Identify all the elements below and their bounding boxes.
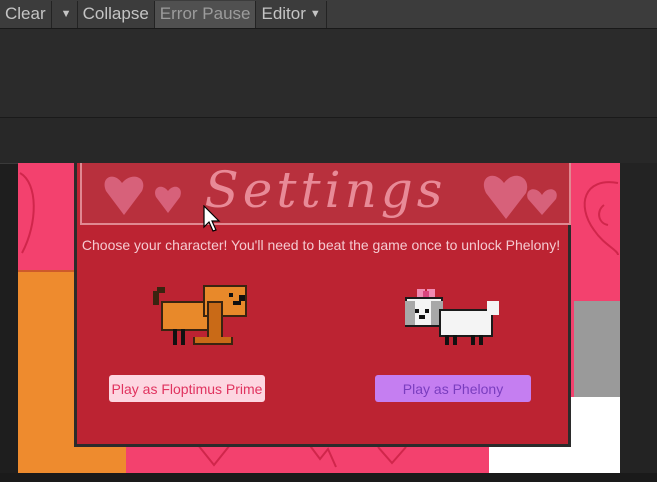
- editor-dropdown[interactable]: Editor ▼: [256, 0, 327, 28]
- white-dog-with-bow-sprite: [405, 289, 499, 345]
- play-phelony-label: Play as Phelony: [402, 380, 504, 397]
- console-toolbar: Clear ▼ Collapse Error Pause Editor ▼: [0, 0, 657, 29]
- orange-dog-sprite: [153, 285, 247, 345]
- settings-panel: Settings Choose your character! You'll n…: [74, 163, 571, 447]
- error-pause-label: Error Pause: [159, 4, 251, 23]
- clear-options-dropdown[interactable]: ▼: [52, 0, 78, 28]
- play-floptimus-button[interactable]: Play as Floptimus Prime: [109, 375, 265, 402]
- character-instructions: Choose your character! You'll need to be…: [81, 237, 561, 253]
- game-view[interactable]: Settings Choose your character! You'll n…: [18, 163, 620, 473]
- caret-down-icon: ▼: [309, 8, 321, 20]
- clear-button-label: Clear: [5, 4, 46, 23]
- editor-label: Editor: [261, 4, 306, 23]
- background-tile-grey: [574, 301, 620, 397]
- play-floptimus-label: Play as Floptimus Prime: [111, 380, 263, 397]
- editor-side-gutter: [620, 163, 657, 473]
- caret-down-icon: ▼: [60, 8, 72, 20]
- collapse-toggle[interactable]: Collapse: [78, 0, 155, 28]
- settings-banner: Settings: [80, 163, 571, 225]
- mouse-cursor-icon: [203, 205, 221, 232]
- console-panel: Clear ▼ Collapse Error Pause Editor ▼: [0, 0, 657, 164]
- play-phelony-button[interactable]: Play as Phelony: [375, 375, 531, 402]
- heart-doodle-icon: [19, 172, 35, 254]
- console-detail-pane[interactable]: [0, 118, 657, 162]
- error-pause-toggle[interactable]: Error Pause: [154, 0, 257, 28]
- clear-button[interactable]: Clear: [0, 0, 52, 28]
- game-view-bottom-bar: [0, 473, 657, 482]
- settings-title: Settings: [204, 163, 447, 219]
- heart-doodle-icon: [583, 181, 619, 256]
- console-log-list[interactable]: [0, 29, 657, 118]
- collapse-label: Collapse: [82, 4, 149, 23]
